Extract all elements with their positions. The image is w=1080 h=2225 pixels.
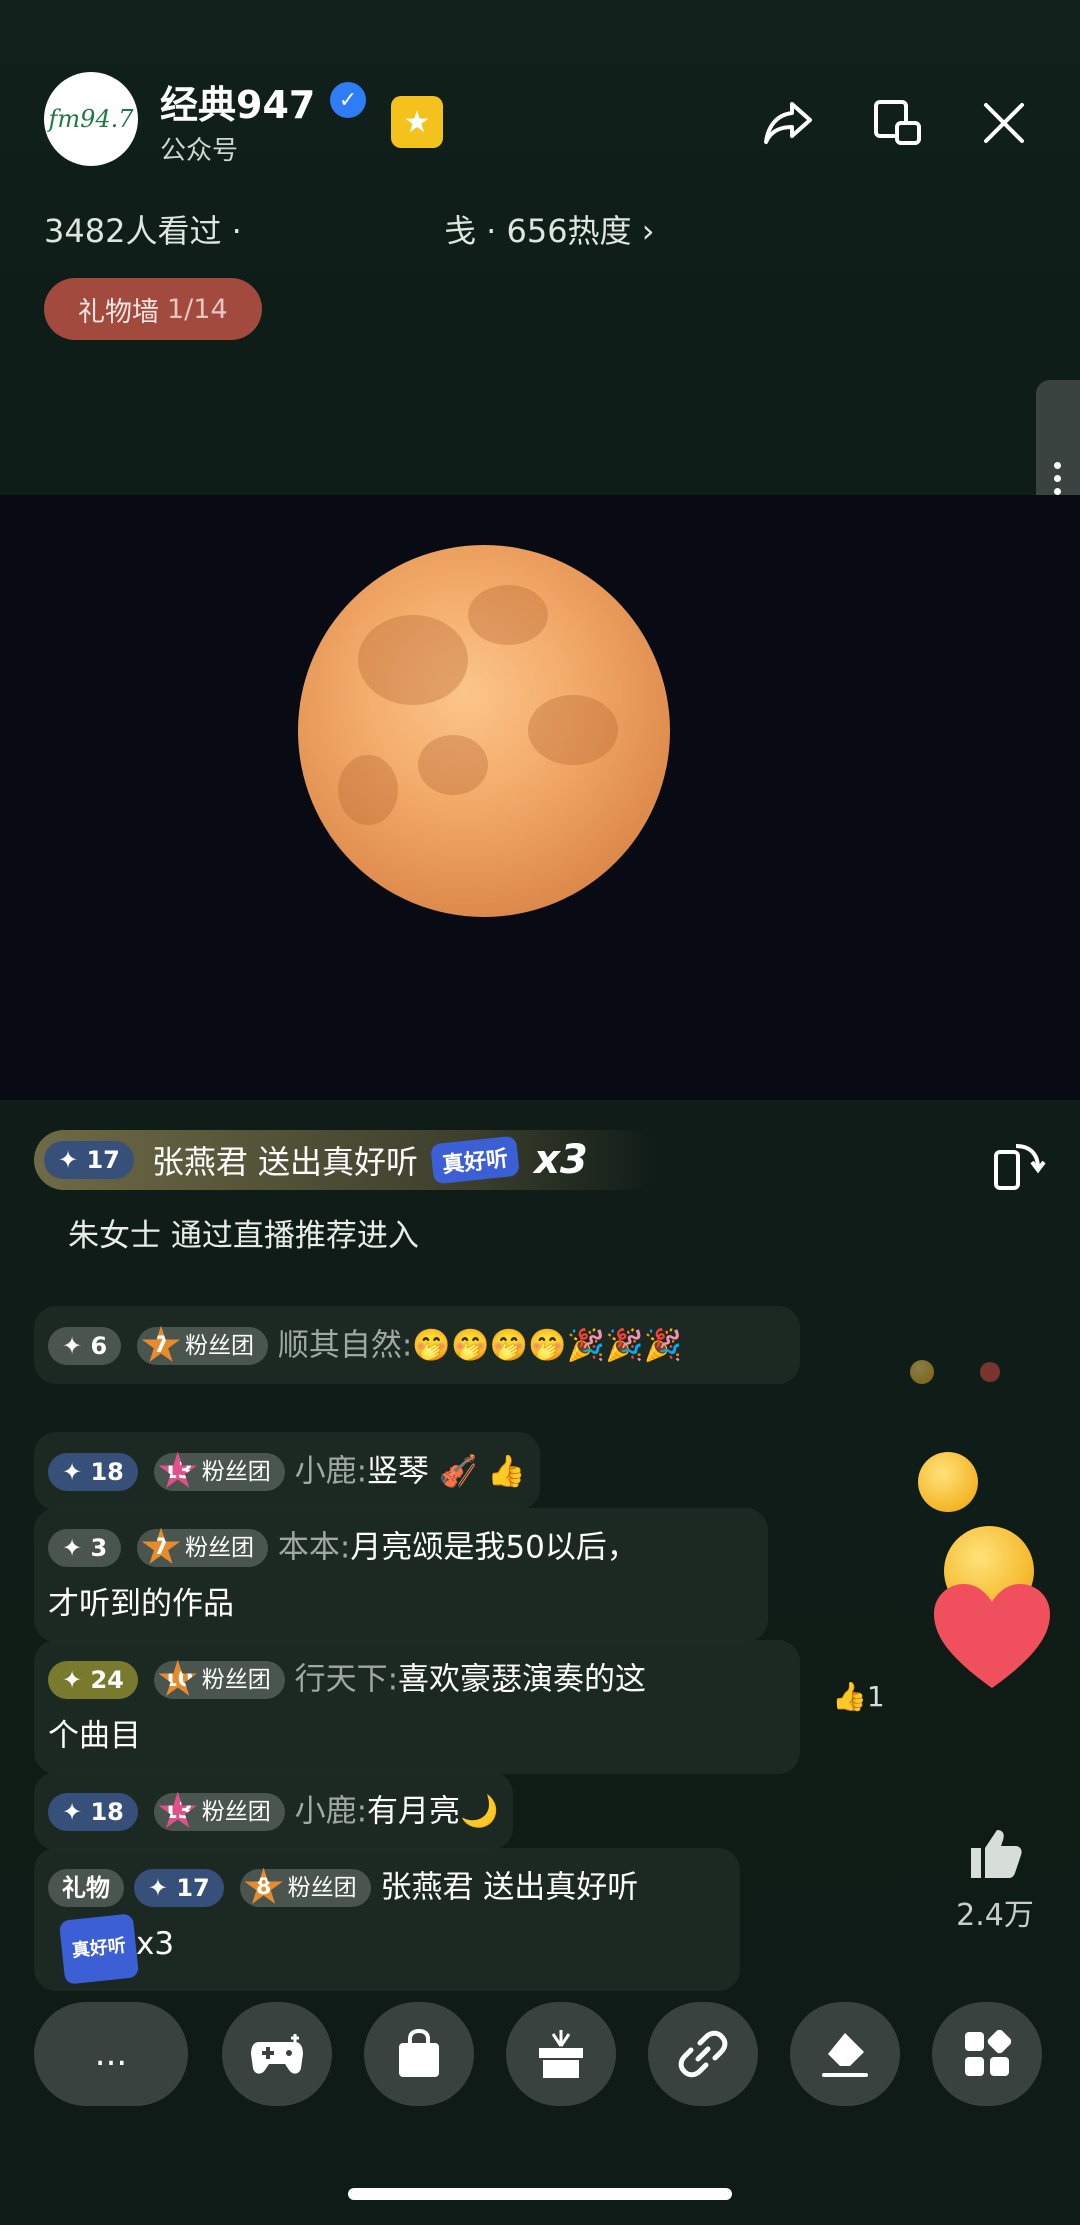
chat-message[interactable]: ✦ 24 10 粉丝团 行天下:喜欢豪瑟演奏的这 个曲目 xyxy=(34,1640,800,1774)
gift-box-icon xyxy=(539,2030,583,2078)
viewer-stats[interactable]: 3482人看过 · 戋 · 656热度 › xyxy=(44,206,655,252)
fan-club-badge: 8 粉丝团 xyxy=(239,1867,371,1907)
user-level-badge: ✦ 17 xyxy=(133,1868,224,1907)
user-level-badge: ✦ 3 xyxy=(48,1528,122,1567)
chat-username[interactable]: 行天下: xyxy=(295,1662,398,1698)
chat-message[interactable]: ✦ 18 13 粉丝团 小鹿:有月亮🌙 xyxy=(34,1772,513,1850)
gift-box-button[interactable] xyxy=(506,2002,616,2106)
logo-text: fm94.7 xyxy=(48,105,134,133)
user-level-badge: ✦ 24 xyxy=(48,1660,138,1699)
gamepad-icon xyxy=(251,2034,303,2074)
fan-club-badge: 7 粉丝团 xyxy=(137,1527,269,1567)
heart-icon xyxy=(934,1584,1050,1688)
gift-banner: ✦ 17 张燕君 送出真好听 真好听 x3 xyxy=(34,1130,658,1190)
thumbs-up-icon xyxy=(971,1830,1022,1878)
gift-tag: 礼物 xyxy=(48,1868,124,1907)
heart-reaction-small xyxy=(980,1362,1000,1382)
fan-club-badge: 7 粉丝团 xyxy=(137,1325,269,1365)
chat-message[interactable]: ✦ 18 13 粉丝团 小鹿:竖琴 🎻 👍 xyxy=(34,1432,540,1510)
star-badge-icon[interactable]: ★ xyxy=(391,96,443,148)
shopping-bag-icon xyxy=(399,2029,439,2077)
chat-message[interactable]: 礼物 ✦ 17 8 粉丝团 张燕君 送出真好听 真好听 x3 xyxy=(34,1848,740,1991)
close-button[interactable] xyxy=(976,95,1032,151)
share-button[interactable] xyxy=(760,95,816,151)
chat-username[interactable]: 本本: xyxy=(278,1530,350,1566)
shop-button[interactable] xyxy=(364,2002,474,2106)
message-like-count: 1 xyxy=(866,1680,885,1713)
user-level-badge: ✦ 17 xyxy=(44,1141,134,1179)
chat-content: 🤭🤭🤭🤭🎉🎉🎉 xyxy=(412,1327,683,1364)
gift-wall-count: 1/14 xyxy=(167,293,228,325)
gift-icon: 真好听 xyxy=(58,1912,140,1985)
like-count: 2.4万 xyxy=(956,1898,1034,1933)
link-icon xyxy=(678,2030,728,2078)
user-level-badge: ✦ 6 xyxy=(48,1326,122,1365)
fan-club-badge: 13 粉丝团 xyxy=(153,1791,285,1831)
gift-wall-button[interactable]: 礼物墙 1/14 xyxy=(44,278,262,340)
chat-message[interactable]: ✦ 6 7 粉丝团 顺其自然:🤭🤭🤭🤭🎉🎉🎉 xyxy=(34,1306,800,1384)
fan-club-badge: 13 粉丝团 xyxy=(153,1451,285,1491)
clear-screen-button[interactable] xyxy=(790,2002,900,2106)
rotate-screen-icon xyxy=(994,1144,1046,1190)
message-like[interactable]: 👍1 xyxy=(832,1680,885,1713)
screen-rotate-button[interactable] xyxy=(992,1138,1046,1192)
comment-input-button[interactable]: ... xyxy=(34,2002,188,2106)
eraser-icon xyxy=(822,2033,868,2077)
gift-wall-label: 礼物墙 xyxy=(78,296,159,328)
chat-content: 竖琴 🎻 👍 xyxy=(367,1453,526,1490)
gift-multiplier: x3 xyxy=(136,1925,175,1962)
emoji-reaction xyxy=(910,1360,934,1384)
share-icon xyxy=(764,102,812,144)
pip-button[interactable] xyxy=(870,95,926,151)
link-button[interactable] xyxy=(648,2002,758,2106)
grid-apps-icon xyxy=(965,2030,1011,2076)
like-button[interactable]: 2.4万 xyxy=(940,1826,1050,1934)
chat-content: 张燕君 送出真好听 xyxy=(380,1869,639,1906)
chat-username[interactable]: 小鹿: xyxy=(295,1454,367,1490)
user-level-badge: ✦ 18 xyxy=(48,1792,138,1831)
account-avatar[interactable]: fm94.7 xyxy=(44,72,138,166)
chat-content-line2: 个曲目 xyxy=(48,1717,141,1754)
game-button[interactable] xyxy=(222,2002,332,2106)
gift-multiplier: x3 xyxy=(534,1137,588,1183)
fan-club-badge: 10 粉丝团 xyxy=(153,1659,285,1699)
account-subtitle: 公众号 xyxy=(160,136,239,166)
grin-emoji-reaction xyxy=(918,1452,978,1512)
gift-banner-text: 张燕君 送出真好听 xyxy=(151,1143,419,1181)
close-icon xyxy=(984,103,1024,143)
chat-content-line2: 才听到的作品 xyxy=(48,1585,234,1622)
account-title[interactable]: 经典947 xyxy=(160,74,315,129)
gift-icon: 真好听 xyxy=(430,1135,520,1185)
home-indicator[interactable] xyxy=(348,2188,732,2200)
picture-in-picture-icon xyxy=(874,100,921,145)
chat-username[interactable]: 顺其自然: xyxy=(278,1328,412,1364)
more-apps-button[interactable] xyxy=(932,2002,1042,2106)
chat-username[interactable]: 小鹿: xyxy=(295,1794,367,1830)
verified-icon: ✓ xyxy=(330,82,366,118)
enter-notice: 朱女士 通过直播推荐进入 xyxy=(68,1218,419,1254)
chat-message[interactable]: ✦ 3 7 粉丝团 本本:月亮颂是我50以后， 才听到的作品 xyxy=(34,1508,768,1642)
moon-image xyxy=(298,545,670,917)
chat-content: 喜欢豪瑟演奏的这 xyxy=(398,1661,647,1698)
user-level-badge: ✦ 18 xyxy=(48,1452,138,1491)
chat-content: 有月亮🌙 xyxy=(367,1793,499,1830)
chat-content: 月亮颂是我50以后， xyxy=(350,1529,638,1566)
